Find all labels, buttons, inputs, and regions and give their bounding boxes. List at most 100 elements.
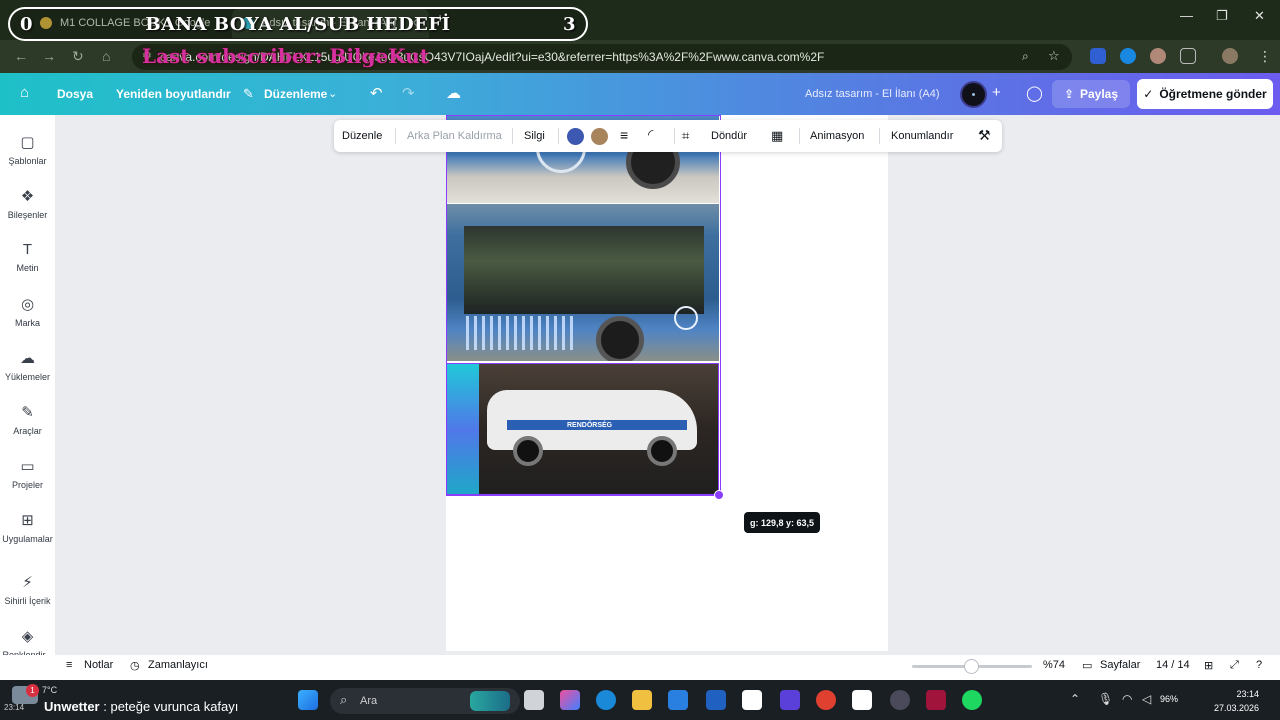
corner-rounding-icon[interactable]: ◜: [648, 126, 653, 143]
divider: [395, 128, 396, 144]
wifi-icon[interactable]: ◠: [1122, 692, 1132, 706]
back-icon[interactable]: ←: [14, 48, 28, 64]
news-headline-bold: Unwetter: [44, 699, 100, 714]
gmail-icon[interactable]: [742, 690, 762, 710]
sidebar-item-label: Sihirli İçerik: [4, 596, 51, 606]
app-icon[interactable]: [890, 690, 910, 710]
resize-handle[interactable]: [714, 490, 724, 500]
sidebar-item-uploads[interactable]: ☁ Yüklemeler: [0, 349, 55, 382]
design-page[interactable]: RENDŐRSÉG g: 129,8 y: 63,5: [446, 115, 888, 651]
timer-icon[interactable]: ◷: [130, 659, 140, 672]
bus-photo-middle[interactable]: [446, 204, 719, 361]
extensions-puzzle-icon[interactable]: [1180, 48, 1196, 64]
profile-avatar[interactable]: [1222, 48, 1238, 64]
notes-button[interactable]: Notlar: [84, 659, 113, 671]
file-menu[interactable]: Dosya: [57, 87, 93, 101]
windows-taskbar: 1 7°C 23:14 Unwetter : peteğe vurunca ka…: [0, 680, 1280, 720]
redo-icon[interactable]: ↷: [402, 84, 415, 102]
resize-button[interactable]: Yeniden boyutlandır: [116, 87, 231, 101]
edit-mode-dropdown[interactable]: Düzenleme: [264, 87, 327, 101]
close-window-icon[interactable]: ✕: [1254, 8, 1265, 24]
store-icon[interactable]: [668, 690, 688, 710]
notification-badge: 1: [26, 684, 39, 697]
police-car-photo[interactable]: RENDŐRSÉG: [446, 363, 719, 495]
sidebar-item-templates[interactable]: ▢ Şablonlar: [0, 133, 55, 166]
news-ticker[interactable]: Unwetter : peteğe vurunca kafayı: [44, 699, 238, 714]
position-button[interactable]: Konumlandır: [891, 130, 953, 142]
rotate-button[interactable]: Döndür: [711, 130, 747, 142]
copy-style-icon[interactable]: ⚒: [978, 127, 991, 144]
battery-level[interactable]: 96%: [1160, 694, 1178, 704]
copilot-icon[interactable]: [560, 690, 580, 710]
share-button[interactable]: ⇪ Paylaş: [1052, 80, 1130, 108]
car-wheel: [513, 436, 543, 466]
color-swatch[interactable]: [567, 128, 584, 145]
fullscreen-icon[interactable]: ⤢: [1230, 659, 1239, 672]
clock-time: 23:14: [1236, 689, 1260, 699]
templates-icon: ▢: [20, 134, 35, 151]
animate-button[interactable]: Animasyon: [810, 130, 864, 142]
volume-icon[interactable]: ◁: [1142, 692, 1151, 706]
system-clock[interactable]: 23:14 27.03.2026: [1214, 687, 1259, 715]
restore-icon[interactable]: ❐: [1216, 8, 1228, 24]
cloud-save-icon[interactable]: ☁: [446, 84, 461, 102]
menu-dots-icon[interactable]: ⋮: [1258, 48, 1272, 65]
sidebar-item-brand[interactable]: ◎ Marka: [0, 295, 55, 328]
minimize-icon[interactable]: —: [1180, 8, 1193, 23]
spotify-icon[interactable]: [962, 690, 982, 710]
page-counter[interactable]: 14 / 14: [1156, 659, 1190, 671]
edge-icon[interactable]: [596, 690, 616, 710]
zoom-slider-knob[interactable]: [964, 659, 979, 674]
crop-icon[interactable]: ⌗: [682, 128, 689, 144]
edit-image-button[interactable]: Düzenle: [342, 130, 382, 142]
app-icon[interactable]: [780, 690, 800, 710]
extension-icon[interactable]: [1150, 48, 1166, 64]
sidebar-item-projects[interactable]: ▭ Projeler: [0, 457, 55, 490]
taskbar-search[interactable]: ⌕ Ara: [330, 688, 520, 714]
text-icon: T: [22, 241, 33, 258]
reload-icon[interactable]: ↻: [72, 48, 84, 65]
file-explorer-icon[interactable]: [632, 690, 652, 710]
chevron-down-icon[interactable]: ⌄: [328, 87, 337, 100]
sidebar-item-text[interactable]: T Metin: [0, 241, 55, 273]
forward-icon[interactable]: →: [42, 48, 56, 64]
divider: [674, 128, 675, 144]
wikipedia-icon[interactable]: [852, 690, 872, 710]
microphone-icon[interactable]: 🎙: [1098, 692, 1113, 706]
design-title[interactable]: Adsız tasarım - El İlanı (A4): [805, 88, 939, 100]
comment-icon[interactable]: ◯: [1026, 84, 1043, 102]
help-icon[interactable]: ?: [1256, 659, 1262, 671]
extension-icon[interactable]: [1090, 48, 1106, 64]
indesign-icon[interactable]: [926, 690, 946, 710]
windows-start-icon[interactable]: [298, 690, 318, 710]
grid-view-icon[interactable]: ⊞: [1204, 659, 1213, 672]
task-view-icon[interactable]: [524, 690, 544, 710]
notes-icon[interactable]: ≡: [66, 659, 72, 671]
undo-icon[interactable]: ↶: [370, 84, 383, 102]
home-icon[interactable]: ⌂: [20, 84, 29, 101]
tray-chevron-icon[interactable]: ⌃: [1070, 692, 1080, 706]
bookmark-star-icon[interactable]: ☆: [1048, 48, 1060, 64]
timer-button[interactable]: Zamanlayıcı: [148, 659, 208, 671]
home-icon[interactable]: ⌂: [102, 48, 110, 64]
pages-button[interactable]: Sayfalar: [1100, 659, 1140, 671]
color-swatch[interactable]: [591, 128, 608, 145]
bg-remove-button[interactable]: Arka Plan Kaldırma: [407, 130, 502, 142]
border-style-icon[interactable]: ≡: [620, 127, 628, 143]
sidebar-item-elements[interactable]: ❖ Bileşenler: [0, 187, 55, 220]
goal-title: BANA BOYA AL/SUB HEDEFİ: [145, 13, 451, 35]
zoom-level[interactable]: %74: [1043, 659, 1065, 671]
user-avatar[interactable]: [960, 81, 987, 108]
zoom-search-icon[interactable]: ⌕: [1022, 49, 1029, 64]
mail-icon[interactable]: [706, 690, 726, 710]
shazam-icon[interactable]: [1120, 48, 1136, 64]
pages-icon[interactable]: ▭: [1082, 659, 1092, 672]
add-collaborator-icon[interactable]: +: [992, 84, 1001, 101]
sidebar-item-apps[interactable]: ⊞ Uygulamalar: [0, 511, 55, 544]
sidebar-item-tools[interactable]: ✎ Araçlar: [0, 403, 55, 436]
sidebar-item-magic-media[interactable]: ⚡ Sihirli İçerik: [0, 573, 55, 606]
chrome-icon[interactable]: [816, 690, 836, 710]
eraser-button[interactable]: Silgi: [524, 130, 545, 142]
transparency-icon[interactable]: ▦: [771, 128, 783, 144]
send-to-teacher-button[interactable]: ✓ Öğretmene gönder: [1137, 79, 1273, 109]
